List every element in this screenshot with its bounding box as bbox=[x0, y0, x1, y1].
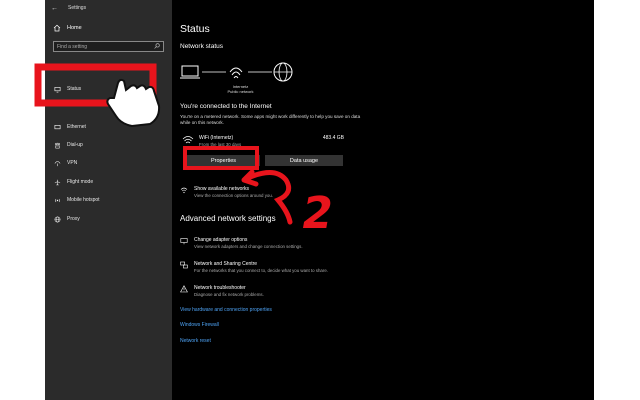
troubleshooter-link[interactable]: Network troubleshooter Diagnose and fix … bbox=[180, 285, 264, 297]
sharing-icon bbox=[180, 261, 188, 269]
back-arrow-icon[interactable]: ← bbox=[51, 5, 58, 12]
laptop-icon bbox=[180, 65, 200, 79]
search-icon[interactable] bbox=[154, 42, 160, 51]
phone-icon bbox=[53, 141, 61, 149]
properties-button[interactable]: Properties bbox=[187, 155, 260, 166]
sharing-desc: For the networks that you connect to, de… bbox=[194, 268, 328, 273]
network-diagram-label: Internetz Public network bbox=[218, 84, 263, 94]
network-reset-link[interactable]: Network reset bbox=[180, 338, 211, 344]
wifi-signal-icon bbox=[182, 133, 194, 151]
vpn-icon bbox=[53, 159, 61, 167]
troubleshooter-title: Network troubleshooter bbox=[194, 285, 246, 291]
sidebar-item-ethernet[interactable]: Ethernet bbox=[53, 123, 86, 131]
globe-icon bbox=[273, 62, 293, 82]
search-placeholder: Find a setting bbox=[57, 43, 88, 50]
sidebar-item-label: VPN bbox=[67, 160, 78, 166]
main-panel: Status Network status Internetz Public n bbox=[180, 0, 594, 400]
sidebar: ← Settings Home Find a setting Status Et… bbox=[45, 0, 172, 400]
title-bar: ← Settings bbox=[51, 3, 86, 13]
sidebar-item-flight-mode[interactable]: Flight mode bbox=[53, 178, 93, 186]
sidebar-item-dialup[interactable]: Dial-up bbox=[53, 141, 83, 149]
network-type: Public network bbox=[227, 89, 254, 94]
wifi-icon bbox=[229, 67, 243, 79]
settings-window: ← Settings Home Find a setting Status Et… bbox=[45, 0, 594, 400]
airplane-icon bbox=[53, 178, 61, 186]
sidebar-item-label: Mobile hotspot bbox=[67, 197, 100, 203]
sidebar-item-proxy[interactable]: Proxy bbox=[53, 215, 80, 223]
sidebar-item-label: Flight mode bbox=[67, 179, 94, 185]
window-title: Settings bbox=[68, 5, 87, 11]
change-adapter-link[interactable]: Change adapter options View network adap… bbox=[180, 237, 303, 249]
globe-icon bbox=[53, 215, 61, 223]
hardware-properties-link[interactable]: View hardware and connection properties bbox=[180, 307, 272, 313]
ethernet-icon bbox=[53, 123, 61, 131]
hotspot-icon bbox=[53, 196, 61, 204]
globe-icon bbox=[53, 85, 61, 93]
wifi-usage: 483.4 GB bbox=[322, 135, 344, 141]
sidebar-item-label: Status bbox=[67, 86, 82, 92]
network-diagram bbox=[180, 62, 293, 82]
show-networks-desc: View the connection options around you. bbox=[194, 193, 274, 198]
sharing-centre-link[interactable]: Network and Sharing Centre For the netwo… bbox=[180, 261, 328, 273]
warning-icon bbox=[180, 285, 188, 293]
nav-home[interactable]: Home bbox=[53, 24, 82, 32]
network-status-heading: Network status bbox=[180, 43, 223, 50]
troubleshooter-desc: Diagnose and fix network problems. bbox=[194, 292, 264, 297]
sidebar-item-mobile-hotspot[interactable]: Mobile hotspot bbox=[53, 196, 100, 204]
show-networks-title: Show available networks bbox=[194, 186, 250, 192]
home-icon bbox=[53, 24, 61, 32]
connected-heading: You're connected to the Internet bbox=[180, 103, 272, 110]
data-usage-button[interactable]: Data usage bbox=[265, 155, 343, 166]
page-title: Status bbox=[180, 23, 210, 35]
sidebar-item-label: Proxy bbox=[67, 216, 80, 222]
wifi-name: WiFi (Internetz) bbox=[199, 135, 234, 141]
sidebar-item-vpn[interactable]: VPN bbox=[53, 159, 77, 167]
sidebar-item-label: Dial-up bbox=[67, 142, 83, 148]
sidebar-item-label: Ethernet bbox=[67, 124, 86, 130]
advanced-heading: Advanced network settings bbox=[180, 214, 276, 223]
sharing-title: Network and Sharing Centre bbox=[194, 261, 258, 267]
windows-firewall-link[interactable]: Windows Firewall bbox=[180, 322, 219, 328]
network-icon bbox=[180, 186, 188, 194]
adapter-icon bbox=[180, 237, 188, 245]
wifi-usage-period: From the last 30 days bbox=[199, 142, 242, 147]
search-input[interactable]: Find a setting bbox=[53, 41, 164, 52]
adapter-desc: View network adapters and change connect… bbox=[194, 244, 303, 249]
metered-text: You're on a metered network. Some apps m… bbox=[180, 114, 361, 125]
home-label: Home bbox=[67, 25, 82, 31]
show-networks-link[interactable]: Show available networks View the connect… bbox=[180, 186, 273, 198]
adapter-title: Change adapter options bbox=[194, 237, 248, 243]
sidebar-item-status[interactable]: Status bbox=[53, 85, 81, 93]
